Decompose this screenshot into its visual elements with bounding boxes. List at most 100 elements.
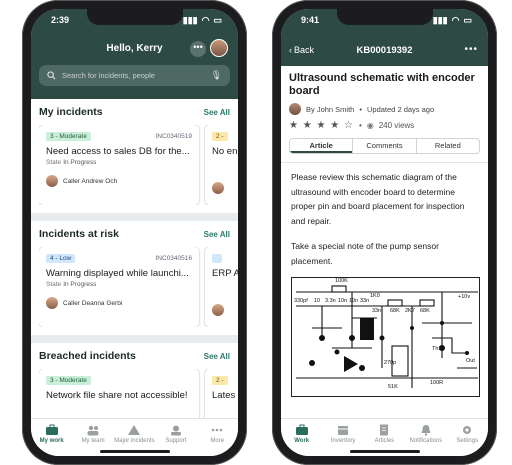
phone-left: 2:39 ▮▮▮ ◠ ▭ Hello, Kerry ••• 🎙︎ My inci… [22, 0, 247, 465]
caller-avatar [212, 182, 224, 194]
schematic-label: 270p [384, 360, 397, 366]
schematic-drawing [296, 285, 478, 388]
schematic-label: 10n [349, 298, 359, 304]
section-incidents-at-risk: Incidents at risk See All 4 - Low INC034… [31, 221, 238, 335]
schematic-label: 3.3n [325, 298, 336, 304]
microphone-icon[interactable]: 🎙︎ [211, 70, 222, 81]
segment-related[interactable]: Related [417, 139, 479, 153]
more-options-button[interactable]: ••• [464, 44, 478, 55]
incident-card[interactable]: 3 - Moderate Network file share not acce… [39, 369, 199, 418]
priority-badge: 2 - [212, 376, 228, 385]
battery-icon: ▭ [213, 14, 222, 25]
see-all-link[interactable]: See All [204, 352, 230, 361]
incident-card[interactable]: 4 - Low INC0340516 Warning displayed whi… [39, 247, 199, 327]
status-time: 9:41 [301, 15, 320, 25]
tab-label: My work [39, 438, 64, 444]
segment-comments[interactable]: Comments [353, 139, 417, 153]
article-body: Ultrasound schematic with encoder board … [281, 66, 488, 418]
priority-badge: 3 - Moderate [46, 376, 91, 385]
eye-icon: ◉ [366, 121, 374, 130]
section-title: Incidents at risk [39, 228, 119, 240]
battery-icon: ▭ [463, 14, 472, 25]
search-bar[interactable]: 🎙︎ [39, 65, 230, 86]
incident-state: State In Progress [46, 281, 192, 288]
document-icon [380, 424, 389, 436]
incident-sections: My incidents See All 3 - Moderate INC034… [31, 99, 238, 418]
priority-badge: 2 - [212, 132, 228, 141]
notch [336, 9, 433, 25]
search-input[interactable] [62, 71, 211, 80]
schematic-label: 33n [372, 308, 382, 314]
priority-badge [212, 254, 222, 263]
more-options-button[interactable]: ••• [190, 41, 206, 57]
schematic-label: +10v [458, 294, 471, 300]
tab-label: Support [165, 438, 187, 444]
schematic-label: 100R [430, 380, 444, 386]
briefcase-icon [295, 424, 308, 435]
phone-right: 9:41 ▮▮▮ ◠ ▭ ‹ Back KB00019392 ••• Ultra… [272, 0, 497, 465]
view-count: 240 views [378, 121, 415, 130]
article-title: Ultrasound schematic with encoder board [289, 72, 475, 97]
tab-more[interactable]: More [198, 424, 236, 456]
incident-card[interactable]: ERP A [205, 247, 238, 327]
segment-article[interactable]: Article [290, 139, 354, 153]
article-paragraph: Take a special note of the pump sensor p… [291, 241, 439, 266]
schematic-label: 51K [388, 384, 398, 390]
state-value: In Progress [63, 281, 97, 288]
separator: • [359, 104, 362, 114]
see-all-link[interactable]: See All [204, 108, 230, 117]
state-label: State [46, 281, 62, 288]
star-rating[interactable]: ★ ★ ★ ★ ☆ [289, 120, 354, 131]
updated-time: Updated 2 days ago [367, 104, 435, 114]
rating-row: ★ ★ ★ ★ ☆ • ◉ 240 views [281, 115, 488, 131]
schematic-label: 10n [338, 298, 348, 304]
author-row: By John Smith • Updated 2 days ago [281, 98, 488, 115]
bottom-tab-bar: My work My team Major incidents Support … [31, 418, 238, 456]
bell-icon [421, 425, 431, 436]
state-value: In Progress [63, 159, 97, 166]
tab-label: Articles [374, 438, 395, 444]
incident-number: INC0340519 [155, 133, 193, 140]
incident-title: No en [212, 146, 238, 157]
incident-state: State In Progress [46, 159, 192, 166]
schematic-image: 100K 1K0 330pf 10 3.3n 10n 10n 33n 33n 6… [291, 277, 480, 397]
incident-card[interactable]: 2 - No en [205, 125, 238, 205]
schematic-label: Out [466, 358, 475, 364]
home-indicator [349, 450, 420, 453]
incident-card[interactable]: 2 - Lates [205, 369, 238, 418]
segmented-control: Article Comments Related [289, 138, 480, 154]
wifi-icon: ◠ [201, 14, 210, 25]
see-all-link[interactable]: See All [204, 230, 230, 239]
briefcase-icon [45, 424, 58, 435]
section-title: Breached incidents [39, 350, 136, 362]
profile-avatar[interactable] [210, 39, 228, 57]
caller-avatar [46, 175, 58, 187]
schematic-label: 10 [314, 298, 321, 304]
incident-card[interactable]: 3 - Moderate INC0340519 Need access to s… [39, 125, 199, 205]
caller-name: Caller Andrew Och [63, 177, 118, 185]
schematic-label: 68K [390, 308, 400, 314]
page-title: KB00019392 [356, 45, 413, 56]
incident-title: ERP A [212, 268, 238, 279]
tab-work[interactable]: Work [283, 424, 321, 456]
caller-avatar [46, 297, 58, 309]
caller-row: Caller Andrew Och [46, 175, 192, 187]
tab-settings[interactable]: Settings [448, 424, 486, 456]
tab-label: Major incidents [114, 438, 155, 444]
bottom-tab-bar: Work Inventory Articles Notifications Se… [281, 418, 488, 456]
signal-icon: ▮▮▮ [432, 14, 448, 25]
signal-icon: ▮▮▮ [182, 14, 198, 25]
tab-my-work[interactable]: My work [33, 424, 71, 456]
support-icon [170, 425, 181, 436]
author-name[interactable]: By John Smith [306, 105, 354, 114]
schematic-label: 68K [420, 308, 430, 314]
notch [86, 9, 183, 25]
incident-number: INC0340516 [155, 255, 193, 262]
section-my-incidents: My incidents See All 3 - Moderate INC034… [31, 99, 238, 213]
right-screen: 9:41 ▮▮▮ ◠ ▭ ‹ Back KB00019392 ••• Ultra… [281, 9, 488, 456]
incident-title: Need access to sales DB for the... [46, 146, 190, 157]
status-time: 2:39 [51, 15, 70, 25]
schematic-label: 33n [360, 298, 370, 304]
tab-label: Settings [456, 438, 479, 444]
tab-label: Notifications [409, 438, 443, 444]
